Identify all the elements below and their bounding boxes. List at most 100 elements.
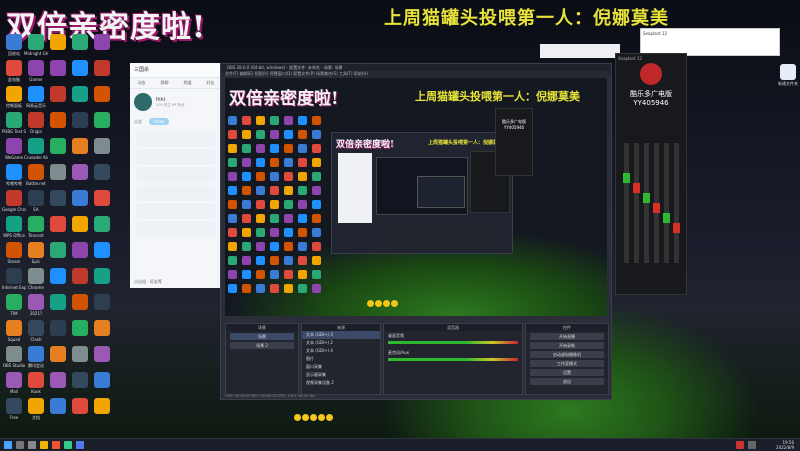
browser-window[interactable] — [540, 44, 620, 58]
chat-window[interactable]: 三国杀 动态 群聊 频道 好友 lhhi 100 关注 99 粉丝 全部 Vid… — [130, 63, 222, 288]
desktop-icon[interactable]: Free — [2, 398, 26, 430]
desktop-icon-label: OBS Studio — [2, 363, 26, 368]
fader-track[interactable] — [653, 143, 660, 263]
emoji-icon — [383, 300, 390, 307]
start-recording-button[interactable]: 开始录制 — [530, 342, 604, 349]
radio-name: 酷乐多广电版 — [630, 90, 672, 98]
clock[interactable]: 19:56 2022/8/9 — [776, 440, 794, 450]
virtual-camera-button[interactable]: 启动虚拟摄像机 — [530, 351, 604, 358]
obs-window[interactable]: OBS 28.0.0 (64-bit, windows) - 配置文件: 未命名… — [220, 63, 612, 400]
preview-app-icon — [298, 144, 307, 153]
chat-filter-active[interactable]: Video — [149, 118, 169, 125]
preview-app-icon — [256, 270, 265, 279]
search-icon[interactable] — [16, 441, 24, 449]
chat-item[interactable] — [136, 167, 216, 183]
notification-window[interactable]: Seaplant 12 — [640, 28, 780, 56]
fader-track[interactable] — [673, 143, 680, 263]
desktop-icon-label: Kook — [31, 389, 41, 394]
source-item[interactable]: 文本 (GDI+) 3 — [302, 331, 380, 339]
fader-knob[interactable] — [623, 173, 630, 183]
chat-tab-3[interactable]: 好友 — [207, 78, 215, 88]
clock-date: 2022/8/9 — [776, 445, 794, 450]
fader-knob[interactable] — [663, 213, 670, 223]
desktop-icon[interactable] — [46, 398, 70, 430]
preview-app-icon — [284, 144, 293, 153]
chat-item[interactable] — [136, 149, 216, 165]
source-item[interactable]: 文本 (GDI+) 4 — [302, 347, 380, 355]
tray-icon[interactable] — [748, 441, 756, 449]
mixer-meter[interactable] — [388, 358, 518, 361]
exit-button[interactable]: 退出 — [530, 378, 604, 385]
desktop-icon[interactable]: 文档 — [24, 398, 48, 430]
obs-preview[interactable]: 双倍亲密度啦! 上周猫罐头投喂第一人：倪娜莫美 双倍亲密度啦! 上周猫罐头投喂第… — [225, 78, 607, 316]
fader-knob[interactable] — [643, 193, 650, 203]
chat-item[interactable] — [136, 203, 216, 219]
fader-track[interactable] — [633, 143, 640, 263]
chat-filter[interactable]: 全部 — [134, 119, 142, 124]
preview-app-icon — [312, 144, 321, 153]
chat-item[interactable] — [136, 131, 216, 147]
app-icon[interactable] — [64, 441, 72, 449]
app-icon — [94, 320, 110, 336]
desktop-icon[interactable] — [90, 398, 114, 430]
tray-icon[interactable] — [736, 441, 744, 449]
source-item[interactable]: 视频采集设备 2 — [302, 379, 380, 387]
app-icon — [6, 242, 22, 258]
app-icon — [6, 216, 22, 232]
preview-app-icon — [270, 214, 279, 223]
preview-app-icon — [242, 158, 251, 167]
preview-app-icon — [270, 228, 279, 237]
explorer-icon[interactable] — [40, 441, 48, 449]
app-icon — [50, 320, 66, 336]
desktop-icon-right[interactable]: 新建文件夹 — [776, 64, 800, 96]
nested-banner-right: 上周猫罐头投喂第一人：倪娜莫美 — [428, 140, 504, 146]
chat-item[interactable] — [136, 221, 216, 237]
app-icon — [72, 294, 88, 310]
app-icon — [6, 346, 22, 362]
obs-menu[interactable]: 文件(F) 编辑(E) 视图(V) 停靠窗口(D) 配置文件(P) 场景集合(S… — [221, 71, 611, 77]
preview-app-icon — [284, 214, 293, 223]
start-streaming-button[interactable]: 开始直播 — [530, 333, 604, 340]
preview-app-icon — [284, 186, 293, 195]
fader-knob[interactable] — [653, 203, 660, 213]
desktop-icon-label: 腾讯会议 — [28, 363, 44, 368]
app-icon[interactable] — [52, 441, 60, 449]
taskview-icon[interactable] — [28, 441, 36, 449]
app-icon — [72, 320, 88, 336]
emoji-icon — [310, 414, 317, 421]
desktop-icon-label: Squad — [7, 337, 21, 342]
preview-app-icon — [284, 130, 293, 139]
preview-app-icon — [228, 200, 237, 209]
studio-mode-button[interactable]: 工作室模式 — [530, 360, 604, 367]
desktop-icon-label: 此电脑 — [8, 77, 20, 82]
source-item[interactable]: 图片 — [302, 355, 380, 363]
settings-button[interactable]: 设置 — [530, 369, 604, 376]
source-item[interactable]: 显示器采集 — [302, 371, 380, 379]
desktop-icon[interactable] — [68, 398, 92, 430]
radio-faders — [616, 113, 686, 263]
scene-item[interactable]: 场景 2 — [230, 342, 294, 349]
chat-tab-0[interactable]: 动态 — [138, 78, 146, 88]
fader-track[interactable] — [663, 143, 670, 263]
desktop-icon-label: 控制面板 — [6, 103, 22, 108]
preview-app-icon — [284, 242, 293, 251]
fader-track[interactable] — [643, 143, 650, 263]
source-item[interactable]: 窗口采集 — [302, 363, 380, 371]
preview-app-icon — [312, 172, 321, 181]
radio-window[interactable]: Seaplant 12 酷乐多广电版 YY405946 — [615, 53, 687, 295]
avatar[interactable] — [134, 93, 152, 111]
app-icon[interactable] — [76, 441, 84, 449]
chat-tab-2[interactable]: 频道 — [184, 78, 192, 88]
mixer-track-label: 桌面音频 — [388, 333, 404, 338]
preview-app-icon — [256, 242, 265, 251]
start-icon[interactable] — [4, 441, 12, 449]
preview-radio: 酷乐多广电版 YY405946 — [495, 108, 533, 176]
source-item[interactable]: 文本 (GDI+) 2 — [302, 339, 380, 347]
fader-knob[interactable] — [633, 183, 640, 193]
chat-tab-1[interactable]: 群聊 — [161, 78, 169, 88]
scene-item[interactable]: 场景 — [230, 333, 294, 340]
fader-track[interactable] — [623, 143, 630, 263]
app-icon — [6, 320, 22, 336]
fader-knob[interactable] — [673, 223, 680, 233]
chat-item[interactable] — [136, 185, 216, 201]
